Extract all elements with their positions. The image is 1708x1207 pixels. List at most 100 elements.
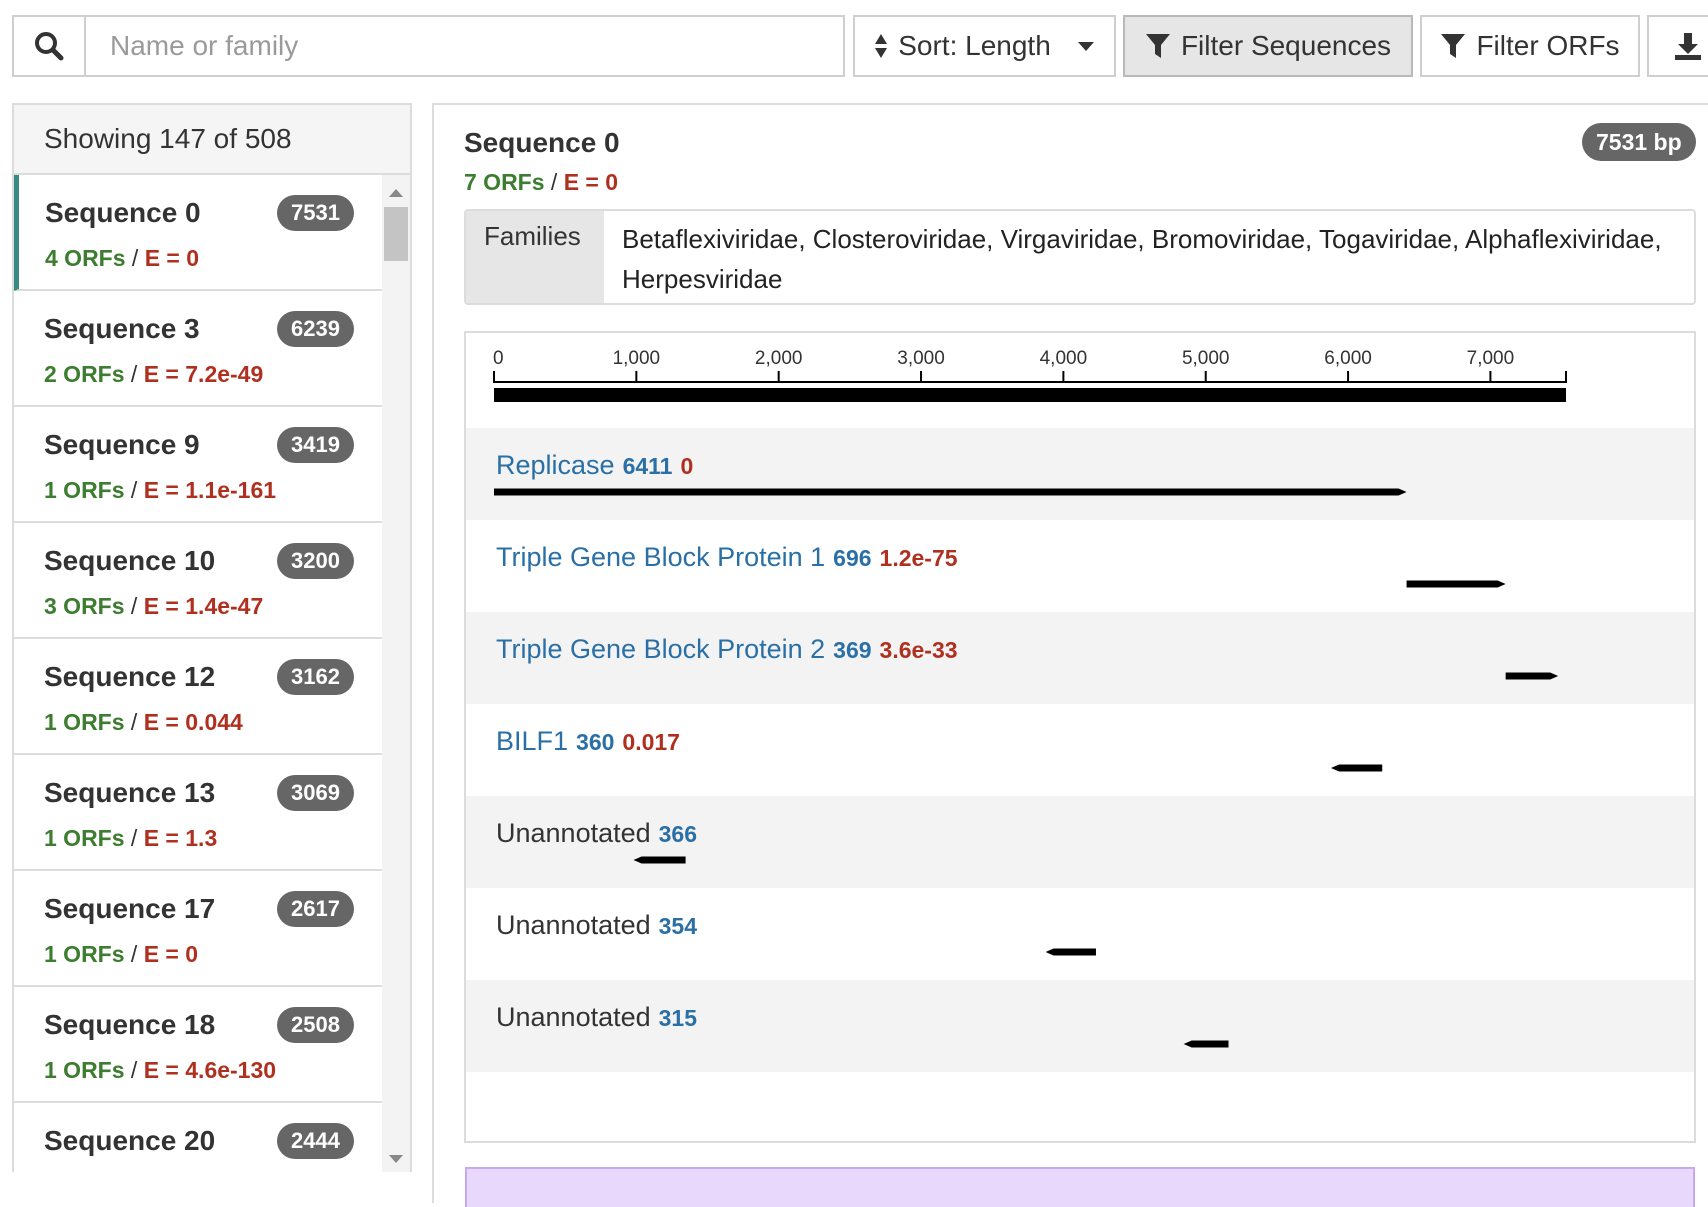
orf-arrow[interactable] [494, 488, 1407, 496]
separator: / [550, 169, 558, 195]
sequence-list-item[interactable]: Sequence 18 2508 1 ORFs / E = 4.6e-130 [14, 987, 384, 1103]
orf-row[interactable]: BILF1 360 0.017 [466, 704, 1694, 796]
orf-row[interactable]: Unannotated 354 [466, 888, 1694, 980]
sequence-length-badge: 3162 [277, 659, 354, 695]
sequence-axis: 0 1,000 2,000 3,000 4,000 5,000 6,000 7,000 [493, 348, 1567, 402]
sequence-length-badge: 2508 [277, 1007, 354, 1043]
separator: / [130, 593, 138, 619]
orf-arrow[interactable] [1045, 948, 1096, 956]
axis-tick-label: 0 [493, 348, 504, 369]
evalue: E = 7.2e-49 [143, 361, 264, 387]
sequence-name: Sequence 9 [44, 429, 200, 460]
scroll-down-arrow-icon[interactable] [389, 1155, 403, 1163]
orf-count: 1 ORFs [44, 825, 125, 851]
families-text: Betaflexiviridae, Closteroviridae, Virga… [622, 224, 1662, 294]
sequence-list-item[interactable]: Sequence 9 3419 1 ORFs / E = 1.1e-161 [14, 407, 384, 523]
orf-arrow[interactable] [1330, 764, 1383, 772]
sidebar-scrollbar[interactable] [382, 175, 410, 1172]
scroll-thumb[interactable] [384, 207, 408, 261]
sequence-name: Sequence 12 [44, 661, 216, 692]
separator: / [130, 361, 138, 387]
sequence-name: Sequence 17 [44, 893, 216, 924]
orf-track [1183, 1040, 1229, 1048]
sequence-summary: 1 ORFs / E = 4.6e-130 [44, 1057, 276, 1084]
orf-track [1406, 580, 1506, 588]
next-section-card [465, 1167, 1695, 1207]
detail-title: Sequence 0 [464, 127, 620, 158]
sequence-detail-panel: Sequence 0 7 ORFs / E = 0 7531 bp Famili… [432, 103, 1708, 1203]
separator: / [130, 825, 138, 851]
search-icon [35, 32, 64, 61]
orf-track [633, 856, 686, 864]
orf-count: 3 ORFs [44, 593, 125, 619]
sequence-summary: 4 ORFs / E = 0 [45, 245, 199, 272]
sequence-name: Sequence 13 [44, 777, 216, 808]
scroll-up-arrow-icon[interactable] [389, 189, 403, 197]
sort-icon [875, 34, 888, 58]
showing-count: Showing 147 of 508 [14, 105, 410, 175]
evalue: E = 0.044 [143, 709, 243, 735]
filter-icon [1145, 34, 1170, 58]
sequence-name: Sequence 0 [45, 197, 201, 228]
families-box: Families Betaflexiviridae, Closterovirid… [464, 209, 1696, 305]
sequence-summary: 1 ORFs / E = 0.044 [44, 709, 243, 736]
filter-icon [1441, 34, 1466, 58]
search-button[interactable] [12, 15, 84, 77]
sequence-bar [494, 388, 1566, 402]
sequence-list-item[interactable]: Sequence 10 3200 3 ORFs / E = 1.4e-47 [14, 523, 384, 639]
sequence-length-badge: 3200 [277, 543, 354, 579]
filter-orfs-button[interactable]: Filter ORFs [1420, 15, 1640, 77]
caret-down-icon [1077, 42, 1094, 51]
sequence-list-item[interactable]: Sequence 0 7531 4 ORFs / E = 0 [14, 175, 384, 291]
orf-row[interactable]: Unannotated 366 [466, 796, 1694, 888]
sequence-sidebar: Showing 147 of 508 Sequence 0 7531 4 ORFs … [12, 103, 412, 1172]
orf-map: 0 1,000 2,000 3,000 4,000 5,000 6,000 7,000 Rep… [464, 331, 1696, 1143]
sequence-name: Sequence 20 [44, 1125, 216, 1156]
sequence-length-badge: 2444 [277, 1123, 354, 1159]
orf-arrow[interactable] [1505, 672, 1559, 680]
search-input[interactable] [84, 15, 845, 77]
evalue: E = 1.1e-161 [143, 477, 277, 503]
orf-row[interactable]: Replicase 6411 0 [466, 428, 1694, 520]
axis-tick-label: 6,000 [1324, 348, 1372, 369]
sequence-length-badge: 3069 [277, 775, 354, 811]
sequence-list-item[interactable]: Sequence 13 3069 1 ORFs / E = 1.3 [14, 755, 384, 871]
sort-label: Sort: Length [898, 30, 1051, 61]
separator: / [130, 709, 138, 735]
download-icon [1675, 33, 1701, 60]
sequence-summary: 1 ORFs / E = 1.3 [44, 825, 217, 852]
sequence-list-item[interactable]: Sequence 17 2617 1 ORFs / E = 0 [14, 871, 384, 987]
orf-row[interactable]: Triple Gene Block Protein 2 369 3.6e-33 [466, 612, 1694, 704]
orf-arrow[interactable] [1406, 580, 1506, 588]
orf-row[interactable]: Triple Gene Block Protein 1 696 1.2e-75 [466, 520, 1694, 612]
sequence-name: Sequence 10 [44, 545, 216, 576]
filter-sequences-button[interactable]: Filter Sequences [1123, 15, 1413, 77]
sequence-list: Sequence 0 7531 4 ORFs / E = 0 Sequence 3 62… [14, 175, 384, 1172]
evalue: E = 1.3 [143, 825, 218, 851]
orf-track [1330, 764, 1383, 772]
axis-tick-label: 5,000 [1182, 348, 1230, 369]
orf-count: 1 ORFs [44, 1057, 125, 1083]
sequence-list-item[interactable]: Sequence 12 3162 1 ORFs / E = 0.044 [14, 639, 384, 755]
download-button[interactable] [1647, 15, 1708, 77]
orf-row[interactable]: Unannotated 315 [466, 980, 1694, 1072]
orf-count: 4 ORFs [45, 245, 126, 271]
axis-tick-label: 4,000 [1040, 348, 1088, 369]
separator: / [131, 245, 139, 271]
orf-arrow[interactable] [1183, 1040, 1229, 1048]
orf-arrow[interactable] [633, 856, 686, 864]
sequence-length-badge: 6239 [277, 311, 354, 347]
filter-sequences-label: Filter Sequences [1180, 30, 1392, 61]
sequence-summary: 1 ORFs / E = 0 [44, 941, 198, 968]
orf-count: 1 ORFs [44, 477, 125, 503]
sequence-name: Sequence 18 [44, 1009, 216, 1040]
sequence-list-item[interactable]: Sequence 3 6239 2 ORFs / E = 7.2e-49 [14, 291, 384, 407]
axis-tick-label: 3,000 [897, 348, 945, 369]
sort-dropdown[interactable]: Sort: Length [853, 15, 1116, 77]
axis-tick-label: 7,000 [1467, 348, 1515, 369]
filter-orfs-label: Filter ORFs [1476, 30, 1620, 61]
detail-orf-count: 7 ORFs [464, 169, 545, 195]
sequence-list-item[interactable]: Sequence 20 2444 [14, 1103, 384, 1172]
axis-tick-label: 2,000 [755, 348, 803, 369]
families-label: Families [466, 211, 604, 303]
